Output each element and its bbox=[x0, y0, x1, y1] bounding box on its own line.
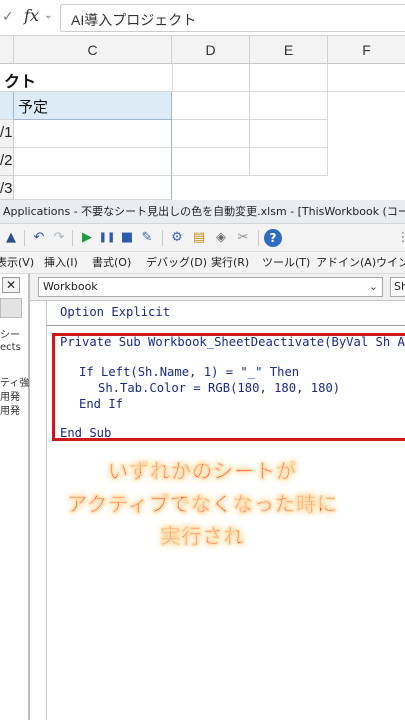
properties-dropdown[interactable] bbox=[0, 298, 22, 318]
pane-label: シー bbox=[0, 330, 20, 341]
cell[interactable] bbox=[14, 176, 172, 200]
menu-view[interactable]: 表示(V) bbox=[0, 252, 34, 273]
column-header-f[interactable]: F bbox=[328, 36, 405, 64]
formula-controls: ✓ fx ⌄ bbox=[0, 0, 58, 36]
menu-run[interactable]: 実行(R) bbox=[211, 252, 249, 273]
row-cell-3[interactable]: /3 bbox=[0, 176, 14, 200]
highlight-box bbox=[52, 333, 405, 441]
design-mode-icon[interactable]: ✎ bbox=[138, 229, 156, 247]
menu-bar: 表示(V) 挿入(I) 書式(O) デバッグ(D) 実行(R) ツール(T) ア… bbox=[0, 252, 405, 274]
row-cell-1[interactable]: /1 bbox=[0, 120, 14, 148]
cell[interactable] bbox=[172, 64, 250, 92]
pane-label: 用発 bbox=[0, 406, 20, 417]
column-header-e[interactable]: E bbox=[250, 36, 328, 64]
toolbox-icon[interactable]: ✂ bbox=[234, 229, 252, 247]
spreadsheet-grid: C D E F クト 予定 /1 /2 /3 bbox=[0, 36, 405, 200]
caption-line: アクティブでなくなった時に bbox=[67, 492, 338, 517]
object-combo[interactable]: Workbook ⌄ bbox=[38, 277, 383, 297]
properties-icon[interactable]: ▤ bbox=[190, 229, 208, 247]
project-explorer-icon[interactable]: ⚙ bbox=[168, 229, 186, 247]
formula-bar: ✓ fx ⌄ AI導入プロジェクト bbox=[0, 0, 405, 36]
header-cell-b[interactable] bbox=[0, 92, 14, 120]
toolbar-overflow-icon[interactable]: ⋮ bbox=[394, 229, 405, 247]
object-combo-value: Workbook bbox=[43, 280, 98, 293]
close-icon[interactable]: ✕ bbox=[2, 277, 20, 293]
pause-icon[interactable]: ❚❚ bbox=[98, 229, 116, 247]
row-cell-2[interactable]: /2 bbox=[0, 148, 14, 176]
header-cell-schedule[interactable]: 予定 bbox=[14, 92, 172, 120]
run-icon[interactable]: ▶ bbox=[78, 229, 96, 247]
menu-debug[interactable]: デバッグ(D) bbox=[146, 252, 207, 273]
chevron-down-icon[interactable]: ⌄ bbox=[44, 10, 52, 21]
stop-icon[interactable]: ■ bbox=[118, 229, 136, 247]
cell[interactable] bbox=[172, 148, 250, 176]
menu-tools[interactable]: ツール(T) bbox=[262, 252, 310, 273]
window-title: Applications - 不要なシート見出しの色を自動変更.xlsm - [… bbox=[0, 200, 405, 224]
caption-line: 実行され bbox=[160, 524, 245, 549]
cell[interactable] bbox=[250, 148, 328, 176]
column-header-c[interactable]: C bbox=[14, 36, 172, 64]
cell[interactable] bbox=[172, 120, 250, 148]
procedure-combo[interactable]: Sh bbox=[390, 277, 405, 297]
cell[interactable] bbox=[250, 92, 328, 120]
help-icon[interactable]: ? bbox=[264, 229, 282, 247]
vbe-toolbar: ▲ ↶ ↷ ▶ ❚❚ ■ ✎ ⚙ ▤ ◈ ✂ ? ⋮ bbox=[0, 224, 405, 252]
pane-label: ects bbox=[0, 342, 21, 353]
menu-addins[interactable]: アドイン(A) bbox=[316, 252, 376, 273]
menu-insert[interactable]: 挿入(I) bbox=[44, 252, 78, 273]
column-header-d[interactable]: D bbox=[172, 36, 250, 64]
menu-window[interactable]: ウインドウ bbox=[376, 252, 405, 273]
find-icon[interactable]: ▲ bbox=[2, 229, 20, 247]
procedure-separator bbox=[47, 325, 405, 326]
cell[interactable] bbox=[14, 148, 172, 176]
object-browser-icon[interactable]: ◈ bbox=[212, 229, 230, 247]
redo-icon[interactable]: ↷ bbox=[50, 229, 68, 247]
code-line[interactable]: Option Explicit bbox=[60, 305, 170, 319]
column-header-b[interactable] bbox=[0, 36, 14, 64]
code-window-header: Workbook ⌄ Sh bbox=[30, 274, 405, 300]
cell[interactable] bbox=[250, 64, 328, 92]
cell[interactable] bbox=[172, 92, 250, 120]
caption-line: いずれかのシートが bbox=[108, 459, 297, 484]
menu-format[interactable]: 書式(O) bbox=[92, 252, 131, 273]
checkmark-icon[interactable]: ✓ bbox=[2, 9, 14, 25]
chevron-down-icon[interactable]: ⌄ bbox=[369, 278, 378, 296]
cell[interactable] bbox=[250, 120, 328, 148]
pane-label: ティ強 bbox=[0, 378, 30, 389]
cell[interactable] bbox=[14, 120, 172, 148]
formula-input[interactable]: AI導入プロジェクト bbox=[60, 4, 405, 32]
undo-icon[interactable]: ↶ bbox=[30, 229, 48, 247]
pane-label: 用発 bbox=[0, 392, 20, 403]
insert-function-button[interactable]: fx bbox=[24, 6, 39, 25]
